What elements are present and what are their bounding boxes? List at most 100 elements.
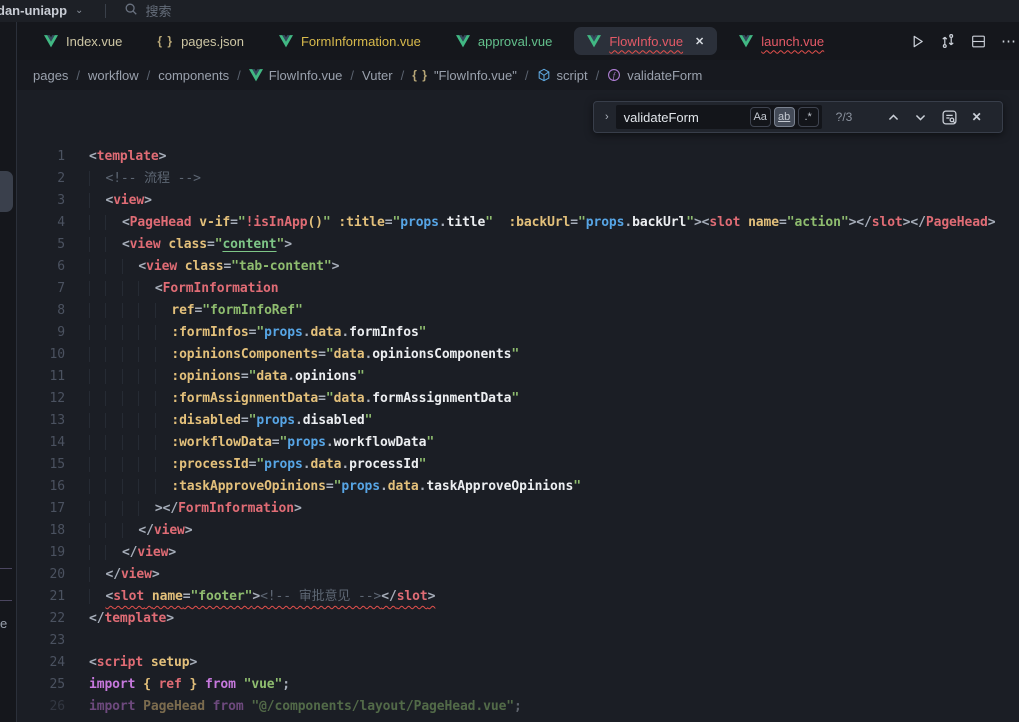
breadcrumb-item-validateForm[interactable]: fvalidateForm (607, 68, 702, 83)
code-line-19[interactable]: 19 </view> (17, 542, 1019, 564)
breadcrumb-item-components[interactable]: components (158, 68, 229, 83)
chevron-down-icon[interactable]: ⌄ (75, 5, 83, 16)
tab-pages.json[interactable]: { } pages.json (144, 27, 257, 55)
indent-guide (105, 457, 121, 472)
code-line-3[interactable]: 3 <view> (17, 190, 1019, 212)
code-line-7[interactable]: 7 <FormInformation (17, 278, 1019, 300)
compare-changes-icon (940, 33, 956, 49)
indent-guide (155, 347, 171, 362)
editor-actions: ⋯ (910, 32, 1019, 50)
svg-text:f: f (613, 71, 617, 80)
line-number: 21 (17, 586, 65, 608)
indent-guide (89, 479, 105, 494)
line-content: <!-- 流程 --> (65, 168, 201, 190)
more-icon: ⋯ (1001, 32, 1017, 50)
global-search[interactable]: 搜索 (124, 1, 171, 20)
code-line-23[interactable]: 23 (17, 630, 1019, 652)
line-content: <view class="content"> (65, 234, 292, 256)
code-line-8[interactable]: 8 ref="formInfoRef" (17, 300, 1019, 322)
indent-guide (138, 303, 154, 318)
code-line-21[interactable]: 21 <slot name="footer"><!-- 审批意见 --></sl… (17, 586, 1019, 608)
code-line-10[interactable]: 10 :opinionsComponents="data.opinionsCom… (17, 344, 1019, 366)
more-actions-button[interactable]: ⋯ (1001, 32, 1017, 50)
line-number: 12 (17, 388, 65, 410)
breadcrumb-item-pages[interactable]: pages (33, 68, 68, 83)
line-number: 11 (17, 366, 65, 388)
code-line-4[interactable]: 4 <PageHead v-if="!isInApp()" :title="pr… (17, 212, 1019, 234)
breadcrumb-item-FlowInfo.vue[interactable]: { }"FlowInfo.vue" (412, 68, 517, 83)
indent-guide (155, 325, 171, 340)
match-case-button[interactable]: Aa (750, 107, 771, 127)
indent-guide (122, 457, 138, 472)
code-line-11[interactable]: 11 :opinions="data.opinions" (17, 366, 1019, 388)
toggle-replace-button[interactable]: › (598, 111, 616, 123)
code-line-24[interactable]: 24<script setup> (17, 652, 1019, 674)
tab-approval.vue[interactable]: approval.vue (443, 27, 565, 55)
breadcrumb-item-workflow[interactable]: workflow (88, 68, 139, 83)
code-line-5[interactable]: 5 <view class="content"> (17, 234, 1019, 256)
whole-word-button[interactable]: ab (774, 107, 795, 127)
titlebar-divider (105, 4, 106, 18)
line-content: :formInfos="props.data.formInfos" (65, 322, 426, 344)
indent-guide (89, 215, 105, 230)
code-line-17[interactable]: 17 ></FormInformation> (17, 498, 1019, 520)
breadcrumb-label: script (557, 68, 588, 83)
breadcrumb-item-Vuter[interactable]: Vuter (362, 68, 393, 83)
breadcrumb-separator: / (350, 68, 354, 83)
find-in-selection-button[interactable] (934, 109, 965, 126)
close-find-button[interactable]: ✕ (965, 110, 989, 124)
tab-Index.vue[interactable]: Index.vue (31, 27, 135, 55)
code-line-14[interactable]: 14 :workflowData="props.workflowData" (17, 432, 1019, 454)
braces-icon: { } (412, 68, 428, 82)
tab-label: pages.json (181, 34, 244, 49)
split-editor-button[interactable] (971, 34, 986, 49)
compare-changes-button[interactable] (940, 33, 956, 49)
indent-guide (138, 325, 154, 340)
code-line-15[interactable]: 15 :processId="props.data.processId" (17, 454, 1019, 476)
vue-icon (279, 35, 293, 48)
line-number: 14 (17, 432, 65, 454)
line-number: 8 (17, 300, 65, 322)
tab-FormInformation.vue[interactable]: FormInformation.vue (266, 27, 434, 55)
braces-icon: { } (157, 34, 173, 48)
line-content: :processId="props.data.processId" (65, 454, 426, 476)
editor-pane[interactable]: 1<template>2 <!-- 流程 -->3 <view>4 <PageH… (17, 90, 1019, 722)
regex-button[interactable]: .* (798, 107, 819, 127)
tab-FlowInfo.vue[interactable]: FlowInfo.vue ✕ (574, 27, 717, 55)
indent-guide (155, 457, 171, 472)
code-line-13[interactable]: 13 :disabled="props.disabled" (17, 410, 1019, 432)
run-button[interactable] (910, 34, 925, 49)
line-number: 26 (17, 696, 65, 718)
indent-guide (105, 545, 121, 560)
line-number: 18 (17, 520, 65, 542)
code-line-2[interactable]: 2 <!-- 流程 --> (17, 168, 1019, 190)
previous-match-button[interactable] (880, 111, 907, 124)
code-line-20[interactable]: 20 </view> (17, 564, 1019, 586)
code-line-22[interactable]: 22</template> (17, 608, 1019, 630)
line-content: </template> (65, 608, 174, 630)
code-line-18[interactable]: 18 </view> (17, 520, 1019, 542)
code-line-1[interactable]: 1<template> (17, 146, 1019, 168)
code-line-12[interactable]: 12 :formAssignmentData="data.formAssignm… (17, 388, 1019, 410)
code-line-6[interactable]: 6 <view class="tab-content"> (17, 256, 1019, 278)
find-input[interactable]: validateForm Aa ab .* (616, 105, 822, 129)
split-editor-icon (971, 34, 986, 49)
indent-guide (122, 523, 138, 538)
close-tab-icon[interactable]: ✕ (695, 35, 704, 48)
line-content: ></FormInformation> (65, 498, 302, 520)
tab-launch.vue[interactable]: launch.vue (726, 27, 837, 55)
tab-label: FlowInfo.vue (609, 34, 683, 49)
breadcrumb-item-script[interactable]: script (537, 68, 588, 83)
code-line-25[interactable]: 25import { ref } from "vue"; (17, 674, 1019, 696)
cropped-panel-line (0, 600, 12, 601)
breadcrumb-item-FlowInfo.vue[interactable]: FlowInfo.vue (249, 68, 343, 83)
code-line-9[interactable]: 9 :formInfos="props.data.formInfos" (17, 322, 1019, 344)
code-line-16[interactable]: 16 :taskApproveOpinions="props.data.task… (17, 476, 1019, 498)
code-area[interactable]: 1<template>2 <!-- 流程 -->3 <view>4 <PageH… (17, 90, 1019, 718)
project-name[interactable]: dan-uniapp (0, 3, 67, 18)
line-number: 23 (17, 630, 65, 652)
code-line-26[interactable]: 26import PageHead from "@/components/lay… (17, 696, 1019, 718)
find-query[interactable]: validateForm (624, 110, 750, 125)
next-match-button[interactable] (907, 111, 934, 124)
indent-guide (122, 479, 138, 494)
